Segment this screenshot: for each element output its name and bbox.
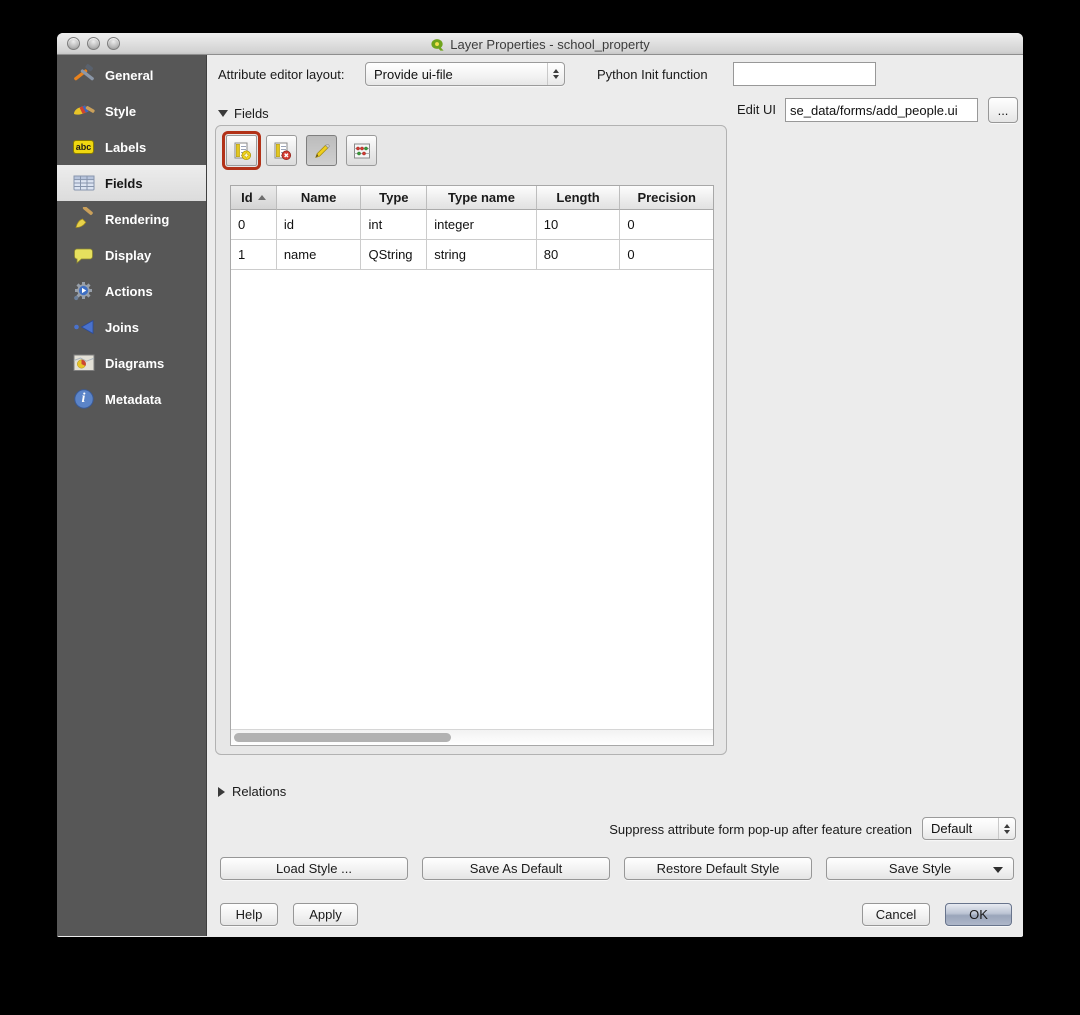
diagram-icon [70,351,97,375]
speech-bubble-icon [70,243,97,267]
ok-button[interactable]: OK [945,903,1012,926]
disclosure-down-icon [218,110,228,117]
attribute-editor-layout-label: Attribute editor layout: [218,67,345,82]
disclosure-right-icon [218,786,225,797]
stepper-arrows-icon [998,818,1015,839]
properties-sidebar: General Style abc Labels Fields Renderin… [57,55,207,936]
attribute-editor-layout-value: Provide ui-file [374,66,453,82]
sidebar-item-style[interactable]: Style [57,93,206,129]
sidebar-item-label: General [105,67,154,83]
table-row[interactable]: 0 id int integer 10 0 [231,210,713,240]
window-title: Layer Properties - school_property [450,36,650,52]
abacus-icon [352,141,372,161]
titlebar: Layer Properties - school_property [57,33,1023,55]
python-init-label: Python Init function [597,67,708,82]
table-header-row: Id Name Type Type name Length Precision [231,186,713,210]
brush-icon [70,207,97,231]
dropdown-arrow-icon [993,867,1003,873]
sidebar-item-label: Rendering [105,211,170,227]
column-header-type-name[interactable]: Type name [427,186,537,210]
info-icon: i [70,387,97,411]
sort-ascending-icon [257,195,266,200]
table-icon [70,171,97,195]
sidebar-item-label: Fields [105,175,143,191]
browse-ui-file-button[interactable]: ... [988,97,1018,123]
column-header-precision[interactable]: Precision [620,186,713,210]
paintbrush-icon [70,99,97,123]
pencil-icon [312,141,332,161]
fields-panel: Attribute editor layout: Provide ui-file… [207,55,1023,936]
column-header-type[interactable]: Type [361,186,428,210]
delete-column-button[interactable] [266,135,297,166]
cancel-button[interactable]: Cancel [862,903,930,926]
table-row[interactable]: 1 name QString string 80 0 [231,240,713,270]
join-arrow-icon [70,315,97,339]
load-style-button[interactable]: Load Style ... [220,857,408,880]
fields-groupbox: Id Name Type Type name Length Precision … [215,125,727,755]
new-column-button[interactable] [222,131,261,170]
scrollbar-thumb[interactable] [234,733,451,742]
sidebar-item-display[interactable]: Display [57,237,206,273]
fields-toolbar [222,131,377,170]
relations-section-header[interactable]: Relations [218,784,286,799]
sidebar-item-diagrams[interactable]: Diagrams [57,345,206,381]
suppress-popup-value: Default [931,821,973,836]
window-title-area: Layer Properties - school_property [57,33,1023,55]
save-as-default-button[interactable]: Save As Default [422,857,610,880]
sidebar-item-rendering[interactable]: Rendering [57,201,206,237]
sidebar-item-general[interactable]: General [57,57,206,93]
sidebar-item-labels[interactable]: abc Labels [57,129,206,165]
horizontal-scrollbar[interactable] [231,729,713,745]
suppress-popup-label: Suppress attribute form pop-up after fea… [609,822,912,837]
sidebar-item-label: Labels [105,139,147,155]
stepper-arrows-icon [547,63,564,85]
restore-default-style-button[interactable]: Restore Default Style [624,857,812,880]
relations-section-title: Relations [232,784,287,799]
sidebar-item-fields[interactable]: Fields [57,165,206,201]
sidebar-item-label: Style [105,103,137,119]
python-init-input[interactable] [733,62,876,86]
column-header-name[interactable]: Name [276,186,362,210]
toggle-editing-button[interactable] [306,135,337,166]
delete-column-icon [272,141,292,161]
sidebar-item-metadata[interactable]: i Metadata [57,381,206,417]
field-calculator-button[interactable] [346,135,377,166]
sidebar-item-label: Joins [105,319,139,335]
attributes-table[interactable]: Id Name Type Type name Length Precision … [230,185,714,746]
sidebar-item-label: Diagrams [105,355,165,371]
sidebar-item-label: Metadata [105,391,162,407]
column-header-length[interactable]: Length [536,186,621,210]
apply-button[interactable]: Apply [293,903,358,926]
screenshot-background: Layer Properties - school_property Gener… [0,0,1080,1015]
new-column-icon [232,141,252,161]
edit-ui-input[interactable] [785,98,978,122]
sidebar-item-label: Display [105,247,152,263]
sidebar-item-joins[interactable]: Joins [57,309,206,345]
gear-play-icon [70,279,97,303]
save-style-button[interactable]: Save Style [826,857,1014,880]
attribute-editor-layout-select[interactable]: Provide ui-file [365,62,565,86]
fields-section-title: Fields [234,106,269,121]
abc-badge-icon: abc [70,135,97,159]
column-header-id[interactable]: Id [231,186,277,210]
layer-properties-window: Layer Properties - school_property Gener… [57,33,1023,937]
sidebar-item-actions[interactable]: Actions [57,273,206,309]
tools-icon [70,63,97,87]
edit-ui-label: Edit UI [737,102,777,117]
sidebar-item-label: Actions [105,283,153,299]
help-button[interactable]: Help [220,903,278,926]
fields-section-header[interactable]: Fields [218,106,269,121]
qgis-logo-icon [430,37,445,52]
suppress-popup-select[interactable]: Default [922,817,1016,840]
